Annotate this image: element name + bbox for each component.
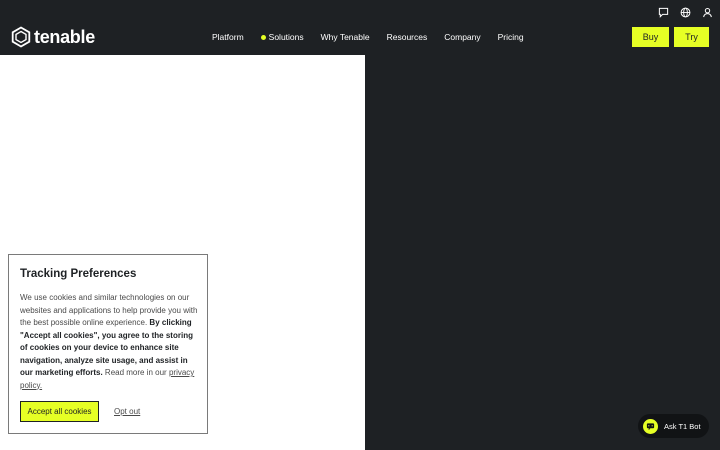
nav-pricing[interactable]: Pricing xyxy=(498,31,524,43)
opt-out-link[interactable]: Opt out xyxy=(114,407,140,416)
nav-why-tenable[interactable]: Why Tenable xyxy=(321,31,370,43)
cookie-banner-body: We use cookies and similar technologies … xyxy=(20,292,200,392)
nav-solutions[interactable]: Solutions xyxy=(260,31,304,43)
chat-icon[interactable] xyxy=(656,5,670,19)
nav-platform[interactable]: Platform xyxy=(212,31,244,43)
cookie-body-outro: Read more in our xyxy=(102,368,169,377)
active-dot-icon xyxy=(260,34,266,40)
globe-icon[interactable] xyxy=(678,5,692,19)
bot-chat-icon xyxy=(643,418,658,434)
nav-company[interactable]: Company xyxy=(444,31,480,43)
cookie-banner-title: Tracking Preferences xyxy=(20,268,137,280)
main-nav: Platform Solutions Why Tenable Resources… xyxy=(212,31,541,43)
logo-text: tenable xyxy=(34,27,95,47)
buy-button[interactable]: Buy xyxy=(632,27,669,47)
user-icon[interactable] xyxy=(700,5,714,19)
nav-resources[interactable]: Resources xyxy=(387,31,428,43)
tenable-logo-icon xyxy=(11,26,31,48)
tenable-logo[interactable]: tenable xyxy=(10,26,95,48)
hero-dark-panel xyxy=(365,55,720,450)
nav-solutions-label: Solutions xyxy=(268,32,304,42)
utility-bar xyxy=(656,5,714,19)
ask-bot-label: Ask T1 Bot xyxy=(664,421,701,431)
site-header: tenable Platform Solutions Why Tenable R… xyxy=(0,0,720,55)
cookie-banner: Tracking Preferences We use cookies and … xyxy=(8,254,208,434)
accept-cookies-button[interactable]: Accept all cookies xyxy=(20,401,99,422)
try-button[interactable]: Try xyxy=(674,27,709,47)
ask-bot-button[interactable]: Ask T1 Bot xyxy=(638,414,709,438)
